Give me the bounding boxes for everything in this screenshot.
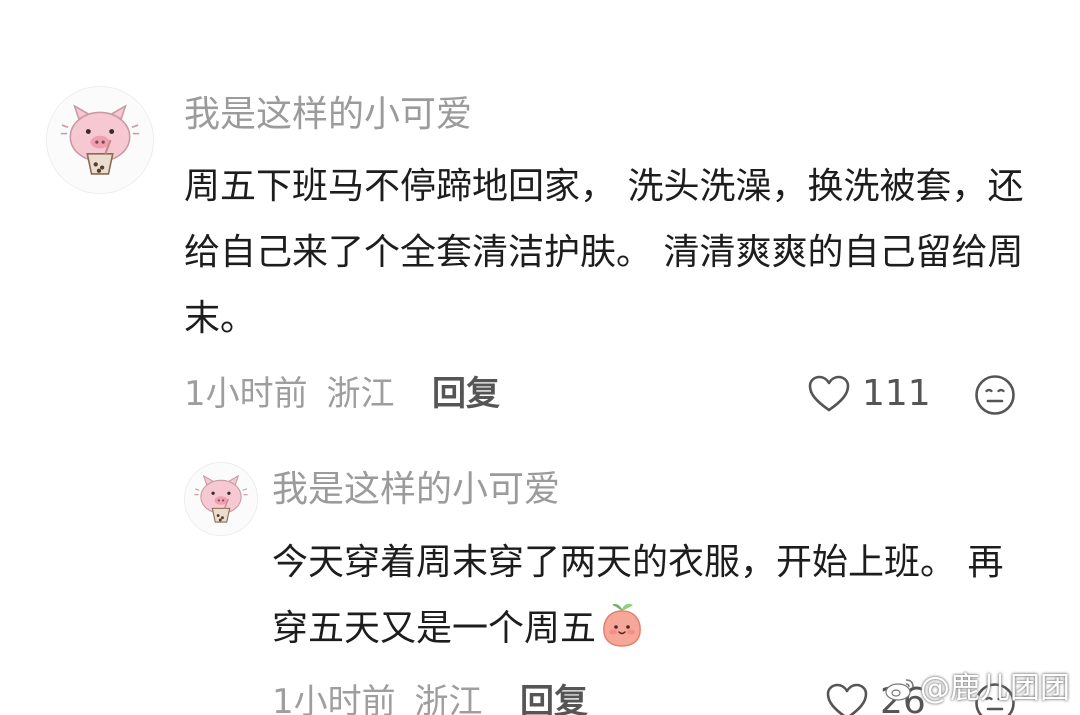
like-count: 111: [862, 373, 931, 414]
reply-time: 1小时前: [272, 682, 396, 715]
reply-location: 浙江: [414, 682, 483, 715]
avatar[interactable]: [184, 462, 258, 536]
heart-outline-icon: [826, 683, 868, 715]
comment-text: 周五下班马不停蹄地回家， 洗头洗澡，换洗被套，还给自己来了个全套清洁护肤。 清清…: [184, 166, 1024, 339]
reply-text: 今天穿着周末穿了两天的衣服，开始上班。 再穿五天又是一个周五: [272, 530, 1012, 662]
reply-button[interactable]: 回复: [432, 372, 500, 416]
pig-avatar-icon: [185, 463, 257, 535]
reply-button[interactable]: 回复: [520, 680, 588, 715]
like-button[interactable]: 111: [808, 372, 931, 416]
comment-meta: 1小时前 浙江: [184, 372, 394, 416]
meh-face-icon[interactable]: [974, 374, 1016, 420]
comment-username[interactable]: 我是这样的小可爱: [184, 93, 472, 137]
comment-time: 1小时前: [184, 374, 308, 414]
watermark-text: @鹿儿团团: [920, 671, 1070, 706]
comment-thread: 我是这样的小可爱 周五下班马不停蹄地回家， 洗头洗澡，换洗被套，还给自己来了个全…: [0, 0, 1080, 715]
comment-location: 浙江: [326, 374, 395, 414]
watermark: @鹿儿团团: [884, 669, 1070, 709]
avatar[interactable]: [46, 86, 154, 194]
heart-outline-icon: [808, 375, 850, 412]
pig-avatar-icon: [47, 87, 153, 193]
weibo-logo-icon: [885, 679, 914, 701]
peach-emoji: [603, 603, 641, 647]
reply-username[interactable]: 我是这样的小可爱: [272, 468, 560, 512]
reply-meta: 1小时前 浙江: [272, 680, 482, 715]
